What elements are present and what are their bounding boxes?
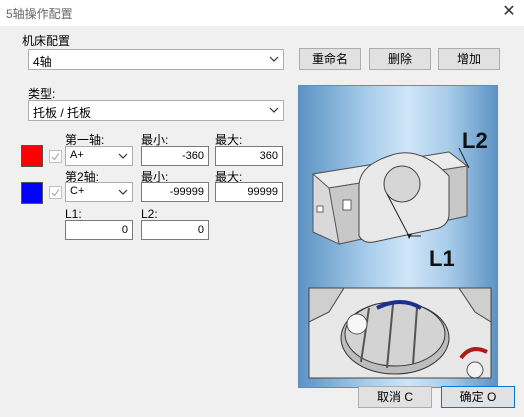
axis2-min-field[interactable]: -99999 [141, 182, 209, 202]
type-select-value: 托板 / 托板 [33, 106, 92, 120]
axis2-select-value: C+ [70, 185, 85, 197]
l1-field[interactable]: 0 [65, 220, 133, 240]
l2-label: L2: [141, 207, 158, 221]
axis1-max-field[interactable]: 360 [215, 146, 283, 166]
ok-button[interactable]: 确定 O [441, 386, 515, 408]
chevron-down-icon [269, 107, 279, 113]
close-icon[interactable]: ✕ [498, 2, 520, 22]
axis2-color-swatch[interactable] [21, 182, 43, 204]
machine-config-label: 机床配置 [22, 34, 71, 48]
axis1-min-field[interactable]: -360 [141, 146, 209, 166]
title-bar: 5轴操作配置 ✕ [0, 0, 524, 26]
axis2-select[interactable]: C+ [65, 182, 133, 202]
chevron-down-icon [118, 153, 128, 159]
axis1-select-value: A+ [70, 149, 84, 161]
axis2-checkbox[interactable] [49, 186, 62, 199]
l1-diagram-label: L1 [429, 246, 455, 271]
axis1-checkbox[interactable] [49, 150, 62, 163]
l2-diagram-label: L2 [462, 128, 488, 153]
window-title: 5轴操作配置 [6, 7, 73, 21]
chevron-down-icon [118, 189, 128, 195]
dialog-body: 机床配置 4轴 重命名 删除 增加 类型: 托板 / 托板 第一轴: A+ 最小… [0, 26, 524, 417]
l1-label: L1: [65, 207, 82, 221]
axis2-max-field[interactable]: 99999 [215, 182, 283, 202]
machine-select[interactable]: 4轴 [28, 49, 284, 70]
delete-button[interactable]: 删除 [369, 48, 431, 70]
rename-button[interactable]: 重命名 [299, 48, 361, 70]
cancel-button[interactable]: 取消 C [358, 386, 432, 408]
axis1-color-swatch[interactable] [21, 145, 43, 167]
l2-field[interactable]: 0 [141, 220, 209, 240]
axis1-select[interactable]: A+ [65, 146, 133, 166]
checkmark-icon [51, 153, 60, 161]
machine-select-value: 4轴 [33, 55, 52, 69]
chevron-down-icon [269, 56, 279, 62]
type-select[interactable]: 托板 / 托板 [28, 100, 284, 121]
machine-diagram: L2 L1 [298, 85, 498, 388]
checkmark-icon [51, 189, 60, 197]
add-button[interactable]: 增加 [438, 48, 500, 70]
